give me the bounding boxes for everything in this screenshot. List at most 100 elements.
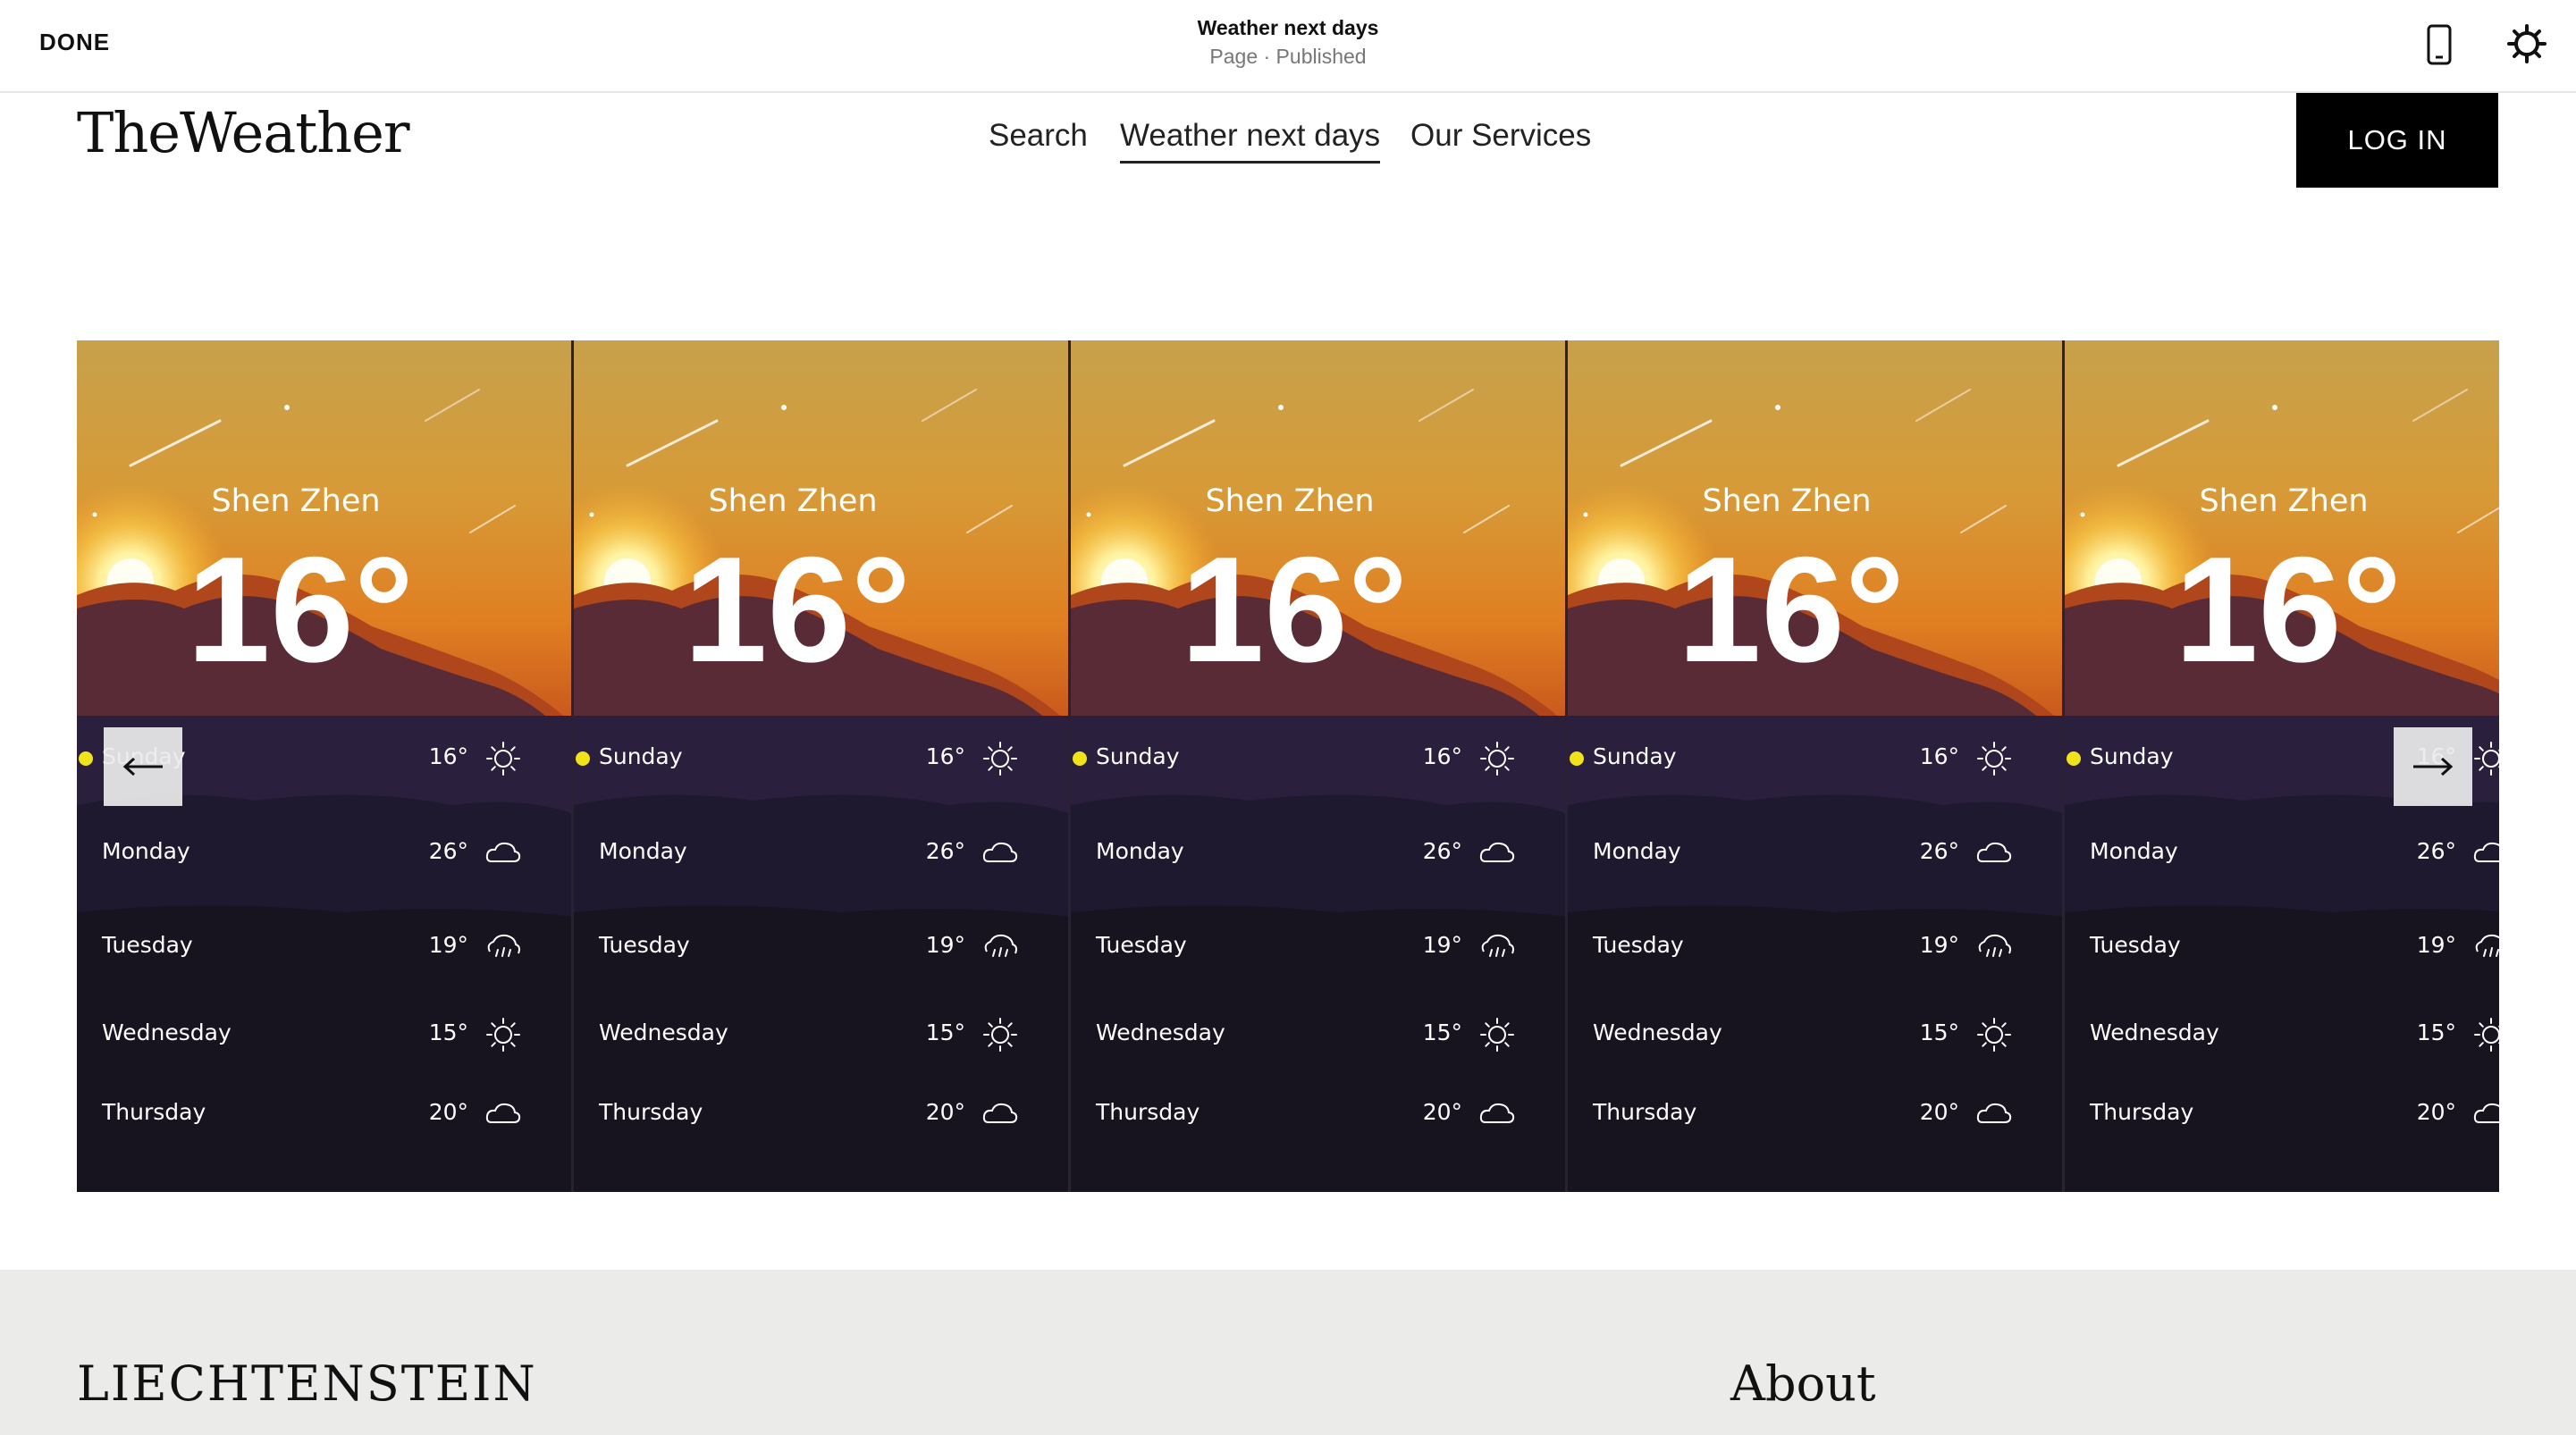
forecast-row: Monday 26°: [1096, 833, 1543, 876]
current-temperature: 16°: [1180, 525, 1409, 693]
forecast-day: Wednesday: [1593, 1020, 1722, 1045]
forecast-row: Thursday 20°: [2090, 1094, 2499, 1137]
weather-card: Shen Zhen 16° Sunday 16° Monday 26° Tuesday 19°…: [1071, 340, 1568, 1192]
weather-card: Shen Zhen 16° Sunday 16° Monday 26° Tuesday 19°…: [1568, 340, 2065, 1192]
rain-icon: [984, 934, 1017, 957]
forecast-day: Monday: [2090, 838, 2178, 864]
sun-icon: [486, 1018, 520, 1052]
sun-icon: [1977, 742, 2011, 776]
cloud-icon: [1479, 1103, 1515, 1123]
current-temperature: 16°: [2174, 525, 2403, 693]
forecast-row: Thursday 20°: [599, 1094, 1046, 1137]
settings-icon[interactable]: [2504, 21, 2549, 66]
rain-icon: [2475, 934, 2499, 957]
forecast-temp: 16°: [925, 743, 965, 769]
gallery-next-button[interactable]: [2394, 727, 2472, 806]
forecast-row: Tuesday 19°: [1593, 927, 2040, 969]
forecast-day: Wednesday: [1096, 1020, 1225, 1045]
forecast-temp: 15°: [428, 1020, 468, 1045]
forecast-temp: 16°: [1422, 743, 1462, 769]
forecast-temp: 19°: [2416, 932, 2456, 958]
forecast-row: Monday 26°: [1593, 833, 2040, 876]
forecast-temp: 15°: [1919, 1020, 1959, 1045]
nav-search[interactable]: Search: [989, 118, 1088, 154]
forecast-day: Tuesday: [599, 932, 690, 958]
forecast-row: Wednesday 15°: [1096, 1014, 1543, 1057]
forecast-row: Monday 26°: [102, 833, 549, 876]
cloud-icon: [982, 1103, 1018, 1123]
page-title: Weather next days: [1197, 16, 1379, 39]
forecast-temp: 20°: [428, 1099, 468, 1125]
forecast-day: Thursday: [102, 1099, 206, 1125]
forecast-temp: 26°: [925, 838, 965, 864]
forecast-temp: 26°: [1919, 838, 1959, 864]
forecast-day: Thursday: [599, 1099, 703, 1125]
cloud-icon: [485, 1103, 521, 1123]
forecast-temp: 15°: [1422, 1020, 1462, 1045]
forecast-temp: 26°: [1422, 838, 1462, 864]
city-name: Shen Zhen: [1702, 483, 1872, 519]
rain-icon: [1481, 934, 1514, 957]
forecast-row: Monday 26°: [2090, 833, 2499, 876]
cloud-icon: [1976, 842, 2012, 862]
current-temperature: 16°: [683, 525, 912, 693]
forecast-day: Tuesday: [102, 932, 193, 958]
forecast-row: Sunday 16°: [1073, 738, 1543, 781]
forecast-day: Wednesday: [599, 1020, 728, 1045]
current-day-indicator: [1073, 751, 1087, 766]
forecast-day: Sunday: [2090, 743, 2174, 769]
forecast-row: Wednesday 15°: [599, 1014, 1046, 1057]
forecast-day: Wednesday: [2090, 1020, 2219, 1045]
forecast-temp: 26°: [428, 838, 468, 864]
city-name: Shen Zhen: [1205, 483, 1375, 519]
forecast-day: Monday: [599, 838, 687, 864]
cloud-icon: [2473, 842, 2499, 862]
forecast-temp: 19°: [428, 932, 468, 958]
sun-icon: [983, 1018, 1017, 1052]
weather-gallery: Shen Zhen 16° Sunday 16° Monday 26° Tuesday 19°…: [77, 340, 2499, 1192]
forecast-day: Sunday: [599, 743, 683, 769]
gallery-prev-button[interactable]: [104, 727, 182, 806]
forecast-temp: 15°: [2416, 1020, 2456, 1045]
login-button[interactable]: LOG IN: [2296, 93, 2498, 188]
cloud-icon: [2473, 1103, 2499, 1123]
forecast-row: Thursday 20°: [1096, 1094, 1543, 1137]
editor-toolbar: DONE Weather next days Page · Published: [0, 0, 2576, 93]
nav-our-services[interactable]: Our Services: [1410, 118, 1591, 154]
forecast-row: Wednesday 15°: [1593, 1014, 2040, 1057]
forecast-row: Sunday 16°: [576, 738, 1046, 781]
mobile-preview-icon[interactable]: [2424, 23, 2454, 66]
forecast-row: Monday 26°: [599, 833, 1046, 876]
forecast-temp: 16°: [1919, 743, 1959, 769]
forecast-row: Tuesday 19°: [102, 927, 549, 969]
forecast-temp: 20°: [1422, 1099, 1462, 1125]
forecast-day: Sunday: [1593, 743, 1677, 769]
arrow-left-icon: [122, 757, 163, 776]
forecast-day: Wednesday: [102, 1020, 232, 1045]
footer-brand: LIECHTENSTEIN: [77, 1355, 537, 1412]
forecast-row: Thursday 20°: [102, 1094, 549, 1137]
forecast-temp: 26°: [2416, 838, 2456, 864]
forecast-temp: 20°: [925, 1099, 965, 1125]
sun-icon: [1480, 1018, 1514, 1052]
sun-icon: [486, 742, 520, 776]
cloud-icon: [485, 842, 521, 862]
forecast-day: Tuesday: [1096, 932, 1187, 958]
forecast-row: Wednesday 15°: [102, 1014, 549, 1057]
forecast-temp: 20°: [2416, 1099, 2456, 1125]
forecast-day: Monday: [1593, 838, 1681, 864]
site-footer: LIECHTENSTEIN About: [0, 1270, 2576, 1435]
forecast-temp: 16°: [428, 743, 468, 769]
forecast-temp: 19°: [1422, 932, 1462, 958]
forecast-temp: 20°: [1919, 1099, 1959, 1125]
current-day-indicator: [79, 751, 93, 766]
forecast-row: Tuesday 19°: [2090, 927, 2499, 969]
current-day-indicator: [576, 751, 590, 766]
forecast-day: Thursday: [2090, 1099, 2194, 1125]
sun-icon: [1480, 742, 1514, 776]
sun-icon: [2474, 742, 2499, 776]
nav-weather-next-days[interactable]: Weather next days: [1120, 118, 1381, 164]
cloud-icon: [1479, 842, 1515, 862]
forecast-day: Tuesday: [2090, 932, 2181, 958]
sun-icon: [2474, 1018, 2499, 1052]
